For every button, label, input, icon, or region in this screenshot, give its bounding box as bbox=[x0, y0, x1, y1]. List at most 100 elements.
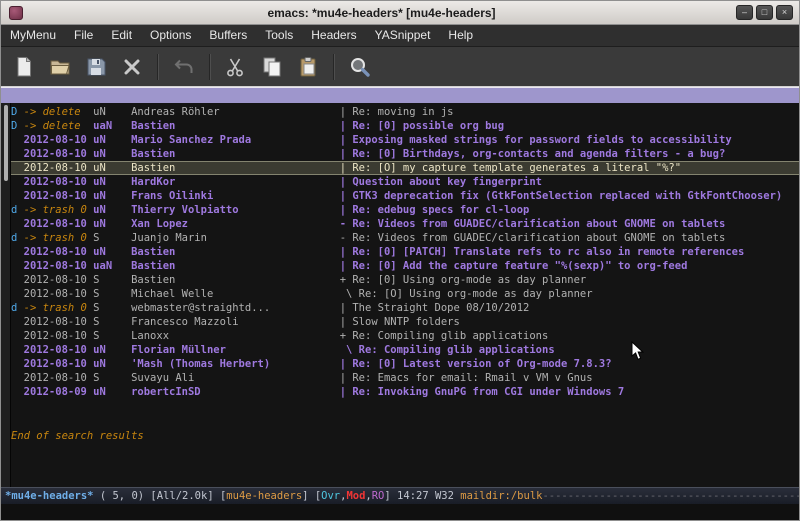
message-row[interactable]: 2012-08-10SSuvayu Ali| Re: Emacs for ema… bbox=[11, 371, 799, 385]
message-row[interactable]: 2012-08-10uNBastien| Re: [0] Birthdays, … bbox=[11, 147, 799, 161]
emacs-window: emacs: *mu4e-headers* [mu4e-headers] – □… bbox=[0, 0, 800, 521]
clipboard-icon bbox=[296, 55, 320, 79]
message-flags: S bbox=[93, 287, 131, 301]
message-flags: S bbox=[93, 371, 131, 385]
thread-separator: \ bbox=[340, 288, 359, 300]
menu-file[interactable]: File bbox=[65, 25, 102, 46]
scissors-icon bbox=[224, 55, 248, 79]
thread-separator: | bbox=[340, 260, 353, 272]
message-date: 2012-08-10 bbox=[24, 371, 94, 385]
menu-tools[interactable]: Tools bbox=[256, 25, 302, 46]
message-subject: Re: Emacs for email: Rmail v VM v Gnus bbox=[352, 372, 592, 384]
message-mark: d bbox=[11, 203, 24, 217]
mode-line-segment: Mod bbox=[346, 490, 365, 502]
message-from: Thierry Volpiatto bbox=[131, 203, 340, 217]
menu-yasnippet[interactable]: YASnippet bbox=[366, 25, 440, 46]
window-controls: – □ × bbox=[736, 5, 793, 20]
mode-line-segment: ] bbox=[302, 490, 315, 502]
message-list: D-> deleteuNAndreas Röhler| Re: moving i… bbox=[11, 103, 799, 399]
new-file-button[interactable] bbox=[7, 51, 41, 83]
thread-separator: | bbox=[340, 358, 353, 370]
headers-buffer: D-> deleteuNAndreas Röhler| Re: moving i… bbox=[1, 103, 799, 487]
menu-mymenu[interactable]: MyMenu bbox=[1, 25, 65, 46]
message-row[interactable]: D-> deleteuaNBastien| Re: [0] possible o… bbox=[11, 119, 799, 133]
message-from: Bastien bbox=[131, 273, 340, 287]
message-flags: uN bbox=[93, 175, 131, 189]
message-subject: Re: [0] [PATCH] Translate refs to rc als… bbox=[352, 246, 744, 258]
menu-options[interactable]: Options bbox=[141, 25, 200, 46]
message-row[interactable]: 2012-08-10uNBastien| Re: [0] [PATCH] Tra… bbox=[11, 245, 799, 259]
message-from: Bastien bbox=[131, 161, 340, 175]
emacs-app-icon[interactable] bbox=[9, 6, 23, 20]
mode-line[interactable]: *mu4e-headers* ( 5, 0) [All/2.0k] [mu4e-… bbox=[1, 487, 799, 504]
message-row[interactable]: 2012-08-10uaNBastien| Re: [0] Add the ca… bbox=[11, 259, 799, 273]
message-row[interactable]: d-> trash 0SJuanjo Marin- Re: Videos fro… bbox=[11, 231, 799, 245]
message-date: -> delete bbox=[24, 105, 94, 119]
search-button[interactable] bbox=[343, 51, 377, 83]
message-flags: uN bbox=[93, 357, 131, 371]
copy-button[interactable] bbox=[255, 51, 289, 83]
message-row[interactable]: 2012-08-10SLanoxx+ Re: Compiling glib ap… bbox=[11, 329, 799, 343]
message-date: -> delete bbox=[24, 119, 94, 133]
message-flags: uN bbox=[93, 147, 131, 161]
menu-edit[interactable]: Edit bbox=[102, 25, 141, 46]
undo-button[interactable] bbox=[167, 51, 201, 83]
mode-line-segment: mu4e-headers bbox=[226, 490, 302, 502]
message-row[interactable]: 2012-08-10SMichael Welle \ Re: [O] Using… bbox=[11, 287, 799, 301]
message-date: 2012-08-10 bbox=[24, 217, 94, 231]
paste-button[interactable] bbox=[291, 51, 325, 83]
message-row[interactable]: d-> trash 0Swebmaster@straightd...| The … bbox=[11, 301, 799, 315]
message-date: 2012-08-10 bbox=[24, 133, 94, 147]
message-mark: d bbox=[11, 231, 24, 245]
thread-separator: | bbox=[340, 162, 353, 174]
thread-separator: | bbox=[340, 134, 353, 146]
message-subject: Re: [O] Using org-mode as day planner bbox=[359, 288, 593, 300]
message-row[interactable]: 2012-08-10uNBastien| Re: [O] my capture … bbox=[11, 161, 799, 175]
save-buffer-button[interactable] bbox=[79, 51, 113, 83]
message-from: Suvayu Ali bbox=[131, 371, 340, 385]
maximize-button[interactable]: □ bbox=[756, 5, 773, 20]
message-subject: Slow NNTP folders bbox=[352, 316, 459, 328]
message-row[interactable]: 2012-08-10uNMario Sanchez Prada| Exposin… bbox=[11, 133, 799, 147]
message-from: Xan Lopez bbox=[131, 217, 340, 231]
message-row[interactable]: D-> deleteuNAndreas Röhler| Re: moving i… bbox=[11, 105, 799, 119]
message-row[interactable]: 2012-08-10uN'Mash (Thomas Herbert)| Re: … bbox=[11, 357, 799, 371]
message-date: 2012-08-10 bbox=[24, 147, 94, 161]
message-row[interactable]: 2012-08-10SFrancesco Mazzoli| Slow NNTP … bbox=[11, 315, 799, 329]
message-subject: Re: Compiling glib applications bbox=[352, 330, 548, 342]
message-date: 2012-08-10 bbox=[24, 259, 94, 273]
open-file-button[interactable] bbox=[43, 51, 77, 83]
menu-help[interactable]: Help bbox=[439, 25, 482, 46]
scrollbar-thumb[interactable] bbox=[4, 105, 8, 181]
minimize-button[interactable]: – bbox=[736, 5, 753, 20]
message-flags: uN bbox=[93, 105, 131, 119]
message-row[interactable]: 2012-08-10uNFlorian Müllner \ Re: Compil… bbox=[11, 343, 799, 357]
message-subject: Re: Compiling glib applications bbox=[359, 344, 555, 356]
mode-line-segment: Ovr bbox=[321, 490, 340, 502]
message-row[interactable]: 2012-08-10uNXan Lopez- Re: Videos from G… bbox=[11, 217, 799, 231]
message-flags: S bbox=[93, 231, 131, 245]
cut-button[interactable] bbox=[219, 51, 253, 83]
message-row[interactable]: 2012-08-10uNHardKor| Question about key … bbox=[11, 175, 799, 189]
thread-separator: | bbox=[340, 204, 353, 216]
message-row[interactable]: 2012-08-09uNrobertcInSD| Re: Invoking Gn… bbox=[11, 385, 799, 399]
message-flags: S bbox=[93, 273, 131, 287]
message-from: Bastien bbox=[131, 259, 340, 273]
thread-separator: | bbox=[340, 386, 353, 398]
menu-buffers[interactable]: Buffers bbox=[200, 25, 256, 46]
message-date: 2012-08-10 bbox=[24, 245, 94, 259]
close-button[interactable]: × bbox=[776, 5, 793, 20]
message-row[interactable]: 2012-08-10uNFrans Oilinki| GTK3 deprecat… bbox=[11, 189, 799, 203]
save-floppy-icon bbox=[84, 55, 108, 79]
kill-buffer-button[interactable] bbox=[115, 51, 149, 83]
message-from: robertcInSD bbox=[131, 385, 340, 399]
scrollbar[interactable] bbox=[1, 103, 11, 487]
thread-separator: | bbox=[340, 106, 353, 118]
message-mark: d bbox=[11, 301, 24, 315]
thread-separator: | bbox=[340, 316, 353, 328]
message-flags: uN bbox=[93, 385, 131, 399]
message-row[interactable]: 2012-08-10SBastien+ Re: [0] Using org-mo… bbox=[11, 273, 799, 287]
message-subject: Re: [0] Birthdays, org-contacts and agen… bbox=[352, 148, 725, 160]
menu-headers[interactable]: Headers bbox=[302, 25, 365, 46]
message-row[interactable]: d-> trash 0uNThierry Volpiatto| Re: edeb… bbox=[11, 203, 799, 217]
